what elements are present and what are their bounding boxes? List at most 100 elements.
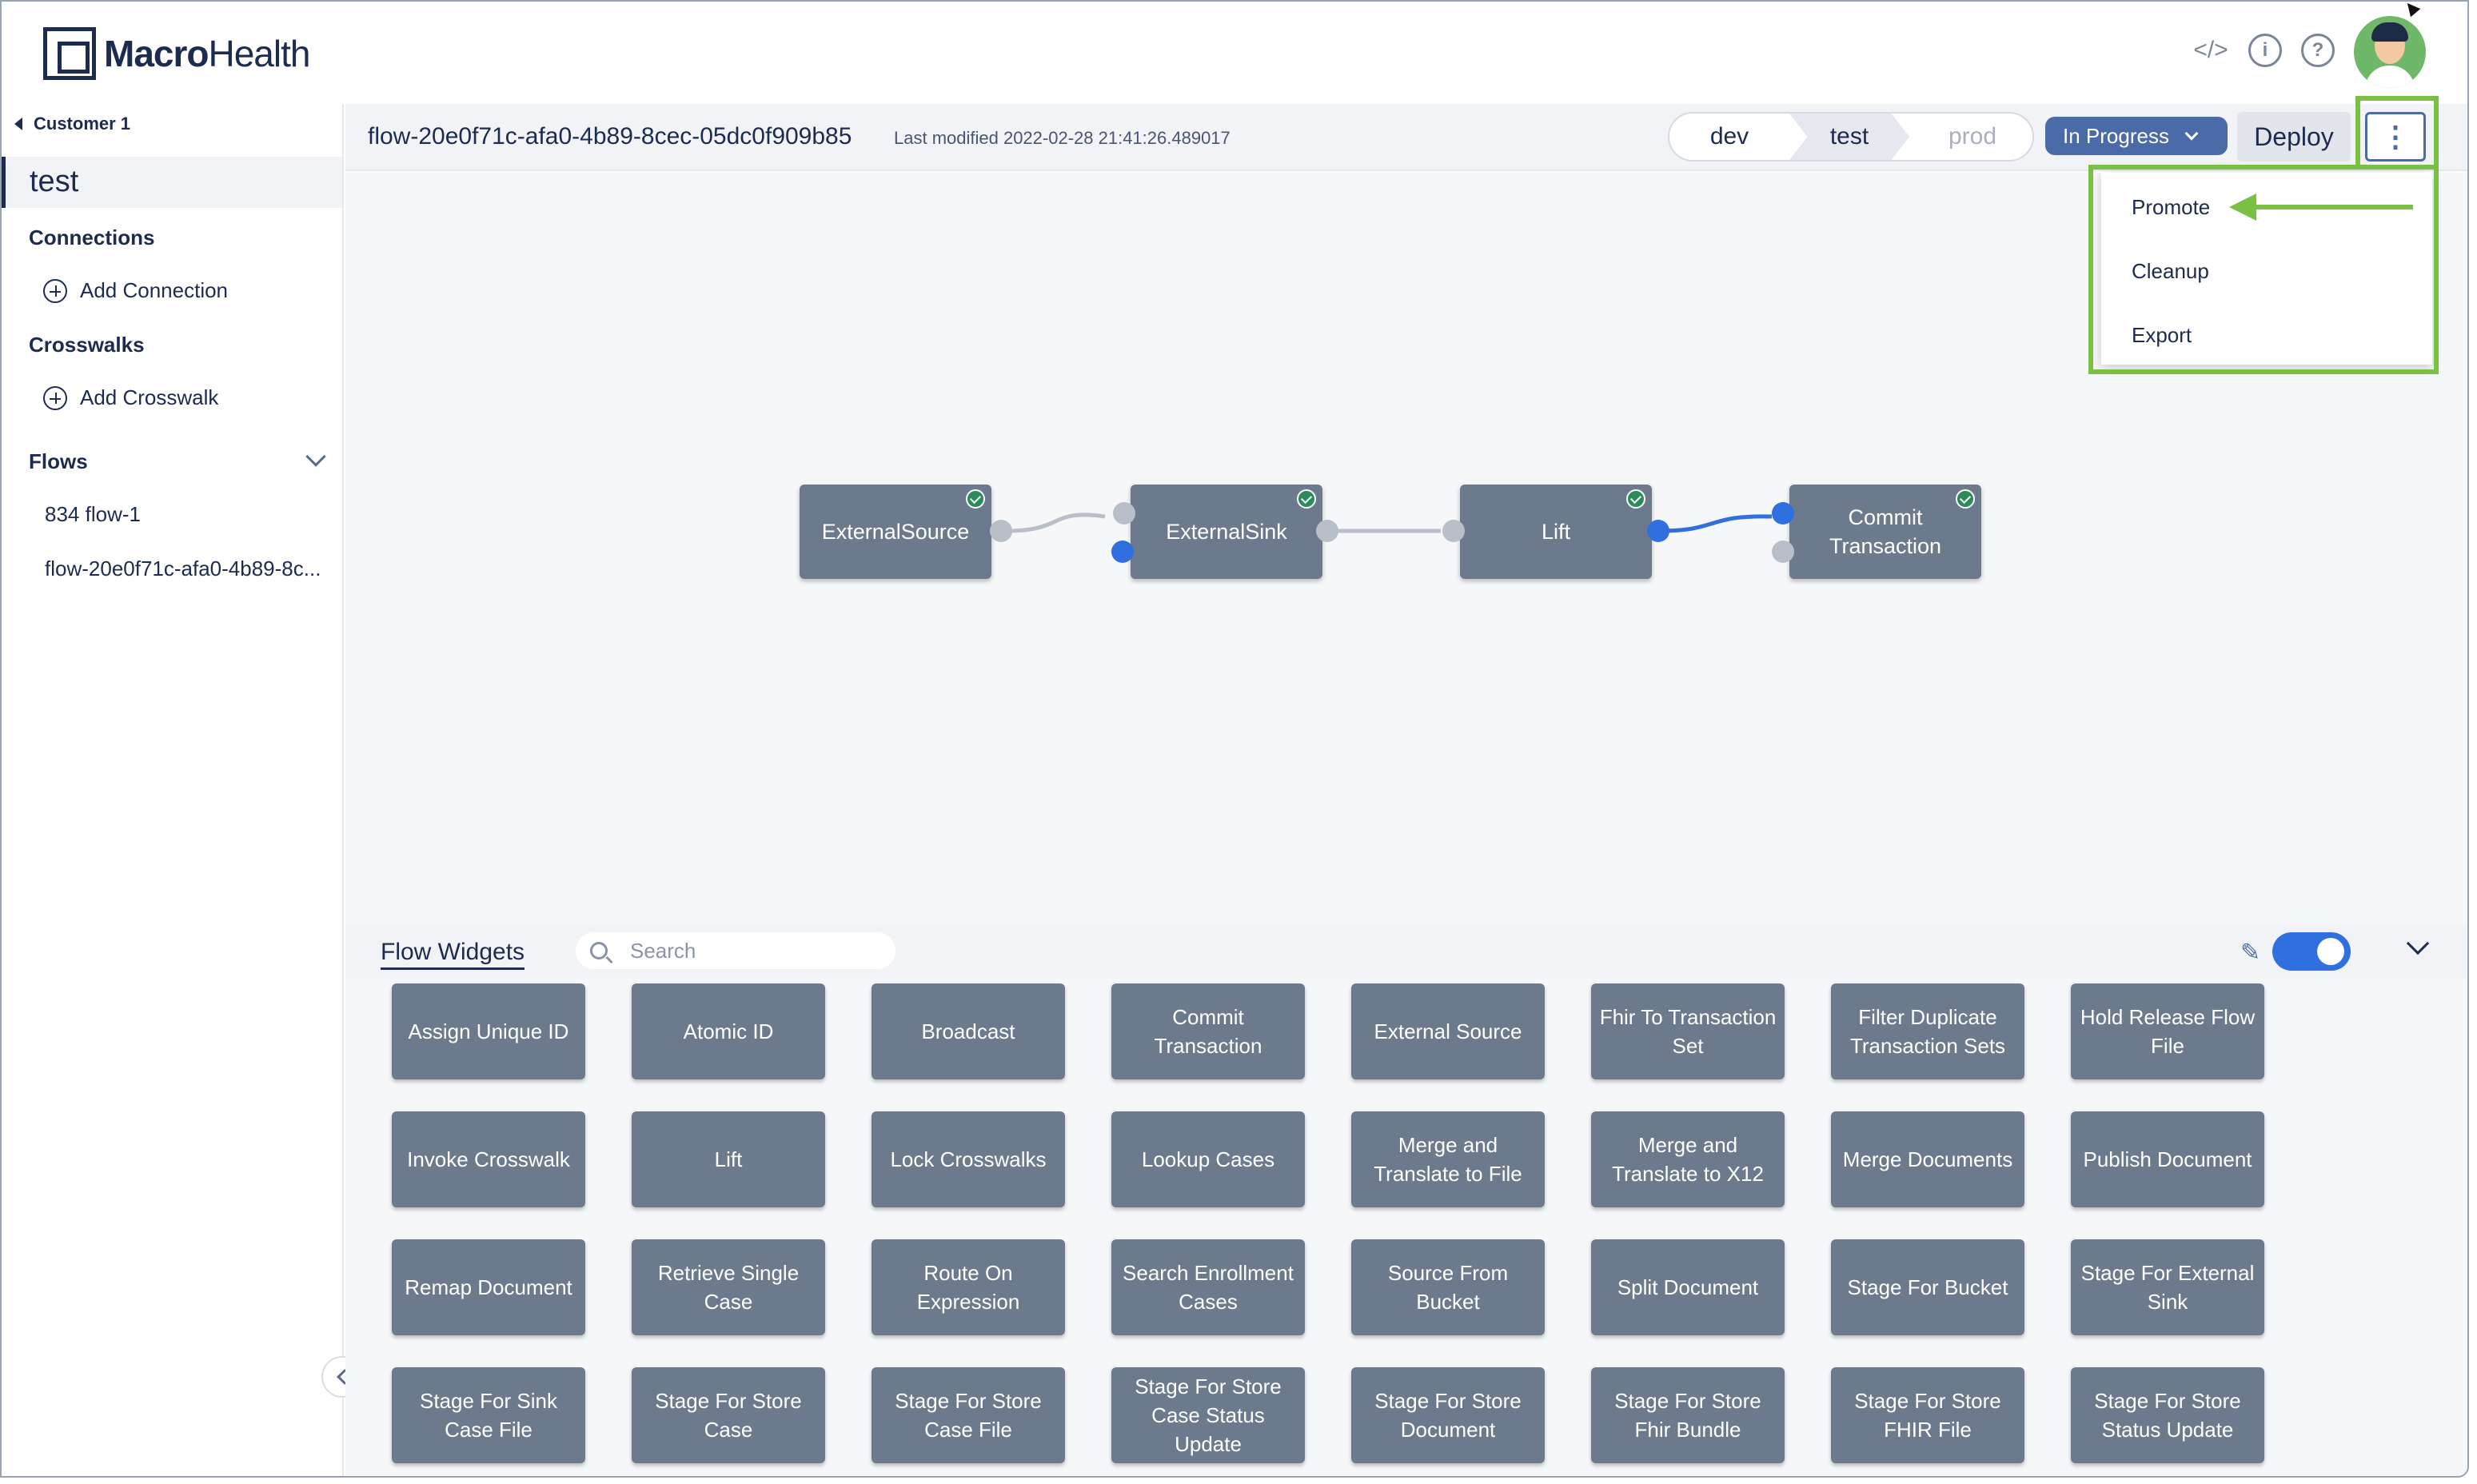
- tab-flow-widgets[interactable]: Flow Widgets: [381, 939, 525, 970]
- add-crosswalk-label: Add Crosswalk: [80, 385, 219, 409]
- node-label: ExternalSource: [821, 520, 970, 544]
- node-label: Lift: [1541, 520, 1571, 544]
- plus-circle-icon: [43, 278, 67, 303]
- widget-tile[interactable]: Stage For Store Status Update: [2071, 1367, 2264, 1463]
- widget-tile[interactable]: Fhir To Transaction Set: [1591, 983, 1785, 1079]
- search-input[interactable]: [630, 938, 886, 963]
- env-dev[interactable]: dev: [1669, 114, 1789, 160]
- node-label: ExternalSink: [1166, 520, 1287, 544]
- widget-tile[interactable]: Merge and Translate to X12: [1591, 1111, 1785, 1207]
- widget-tile[interactable]: Broadcast: [872, 983, 1065, 1079]
- widget-tile[interactable]: Search Enrollment Cases: [1111, 1239, 1305, 1335]
- env-test[interactable]: test: [1789, 114, 1909, 160]
- connections-heading: Connections: [29, 225, 155, 249]
- widget-tile[interactable]: External Source: [1351, 983, 1545, 1079]
- sidebar-item-test[interactable]: test: [2, 157, 342, 208]
- logo-mark: [43, 27, 96, 80]
- sidebar: Customer 1 test Connections Add Connecti…: [2, 104, 344, 1476]
- widget-tile[interactable]: Merge and Translate to File: [1351, 1111, 1545, 1207]
- add-connection-label: Add Connection: [80, 278, 229, 302]
- crosswalks-heading: Crosswalks: [29, 333, 145, 357]
- widgets-toolbar: Flow Widgets ✎: [345, 924, 2467, 979]
- input-port[interactable]: [1113, 502, 1135, 525]
- check-icon: [966, 489, 985, 509]
- node-label: Commit Transaction: [1829, 505, 1942, 558]
- widget-tile[interactable]: Split Document: [1591, 1239, 1785, 1335]
- environment-stepper: dev test prod: [1668, 112, 2034, 162]
- last-modified: Last modified 2022-02-28 21:41:26.489017: [894, 128, 1231, 148]
- output-port[interactable]: [1647, 520, 1669, 542]
- info-icon[interactable]: i: [2248, 34, 2282, 67]
- widget-tile[interactable]: Stage For External Sink: [2071, 1239, 2264, 1335]
- flow-node[interactable]: Commit Transaction: [1789, 485, 1981, 579]
- top-header: MacroHealth </> i ?: [2, 2, 2467, 104]
- widget-tile[interactable]: Stage For Store FHIR File: [1831, 1367, 2024, 1463]
- add-connection-button[interactable]: Add Connection: [43, 278, 228, 303]
- help-icon[interactable]: ?: [2301, 34, 2335, 67]
- flow-node[interactable]: ExternalSource: [800, 485, 991, 579]
- code-icon[interactable]: </>: [2193, 34, 2228, 67]
- widget-tile[interactable]: Hold Release Flow File: [2071, 983, 2264, 1079]
- flow-node[interactable]: ExternalSink: [1131, 485, 1322, 579]
- output-port[interactable]: [1316, 520, 1338, 542]
- caret-left-icon: [14, 118, 22, 130]
- widget-tile[interactable]: Source From Bucket: [1351, 1239, 1545, 1335]
- widgets-grid: Assign Unique ID Atomic ID Broadcast Commit…: [345, 979, 2467, 1476]
- macrohealth-logo[interactable]: MacroHealth: [43, 26, 310, 82]
- input-port[interactable]: [1111, 541, 1134, 563]
- widget-tile[interactable]: Stage For Store Fhir Bundle: [1591, 1367, 1785, 1463]
- widget-tile[interactable]: Invoke Crosswalk: [392, 1111, 585, 1207]
- chevron-down-icon[interactable]: [305, 446, 326, 467]
- flows-heading[interactable]: Flows: [29, 449, 88, 474]
- status-dropdown[interactable]: In Progress: [2045, 117, 2228, 155]
- widget-tile[interactable]: Stage For Sink Case File: [392, 1367, 585, 1463]
- widget-tile[interactable]: Lift: [632, 1111, 825, 1207]
- output-port[interactable]: [990, 520, 1012, 542]
- widget-tile[interactable]: Commit Transaction: [1111, 983, 1305, 1079]
- widget-search[interactable]: [576, 932, 895, 969]
- customer-label: Customer 1: [34, 114, 131, 134]
- input-port[interactable]: [1772, 541, 1794, 563]
- sidebar-flow-item[interactable]: flow-20e0f71c-afa0-4b89-8c...: [45, 556, 333, 581]
- deploy-button[interactable]: Deploy: [2237, 112, 2351, 162]
- highlight-kebab: [2355, 96, 2439, 170]
- plus-circle-icon: [43, 385, 67, 410]
- breadcrumb-customer[interactable]: Customer 1: [14, 114, 130, 134]
- sidebar-flow-item[interactable]: 834 flow-1: [45, 502, 333, 527]
- widget-tile[interactable]: Stage For Store Document: [1351, 1367, 1545, 1463]
- widget-tile[interactable]: Route On Expression: [872, 1239, 1065, 1335]
- input-port[interactable]: [1442, 520, 1465, 542]
- widget-tile[interactable]: Stage For Bucket: [1831, 1239, 2024, 1335]
- add-crosswalk-button[interactable]: Add Crosswalk: [43, 385, 218, 410]
- widget-tile[interactable]: Atomic ID: [632, 983, 825, 1079]
- widget-tile[interactable]: Assign Unique ID: [392, 983, 585, 1079]
- flow-toolbar: flow-20e0f71c-afa0-4b89-8cec-05dc0f909b8…: [345, 104, 2467, 171]
- widget-tile[interactable]: Stage For Store Case Status Update: [1111, 1367, 1305, 1463]
- env-prod[interactable]: prod: [1909, 114, 2032, 160]
- widget-tile[interactable]: Publish Document: [2071, 1111, 2264, 1207]
- status-label: In Progress: [2063, 123, 2169, 148]
- widget-tile[interactable]: Remap Document: [392, 1239, 585, 1335]
- pencil-icon[interactable]: ✎: [2240, 939, 2268, 966]
- chevron-down-icon[interactable]: [2406, 931, 2430, 955]
- sidebar-active-label: test: [30, 165, 79, 198]
- arrow-left-icon: [2229, 193, 2413, 221]
- app-window: MacroHealth </> i ? Customer 1 test Conn…: [0, 0, 2469, 1478]
- user-avatar[interactable]: [2354, 16, 2426, 88]
- flow-node[interactable]: Lift: [1460, 485, 1652, 579]
- chevron-down-icon: [2184, 126, 2199, 141]
- input-port[interactable]: [1772, 502, 1794, 525]
- widget-tile[interactable]: Stage For Store Case: [632, 1367, 825, 1463]
- widget-tile[interactable]: Filter Duplicate Transaction Sets: [1831, 983, 2024, 1079]
- check-icon: [1297, 489, 1316, 509]
- check-icon: [1626, 489, 1645, 509]
- flow-title: flow-20e0f71c-afa0-4b89-8cec-05dc0f909b8…: [368, 123, 852, 150]
- widget-tile[interactable]: Lock Crosswalks: [872, 1111, 1065, 1207]
- widget-tile[interactable]: Retrieve Single Case: [632, 1239, 825, 1335]
- widget-tile[interactable]: Stage For Store Case File: [872, 1367, 1065, 1463]
- logo-text: MacroHealth: [104, 33, 310, 74]
- widget-tile[interactable]: Merge Documents: [1831, 1111, 2024, 1207]
- widget-tile[interactable]: Lookup Cases: [1111, 1111, 1305, 1207]
- check-icon: [1956, 489, 1975, 509]
- edit-mode-toggle[interactable]: [2272, 932, 2351, 971]
